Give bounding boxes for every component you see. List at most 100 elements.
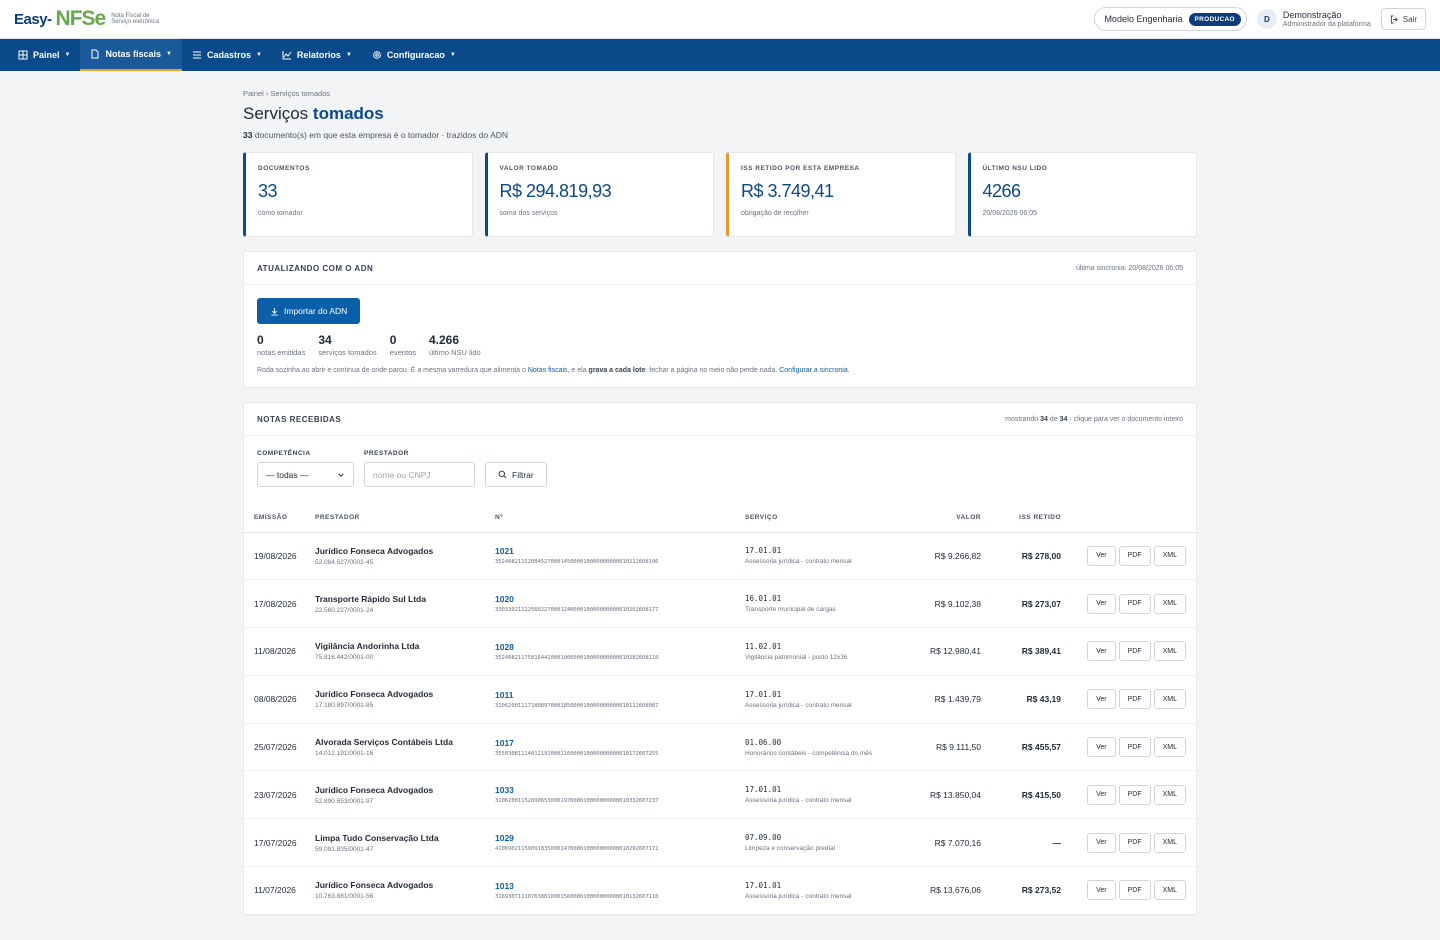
configure-sync-link[interactable]: Configurar a sincronia. [779, 367, 849, 374]
valor: R$ 13.850,04 [905, 770, 981, 820]
organization-selector[interactable]: Modelo Engenharia PRODUCAO [1094, 7, 1247, 31]
nota-number-link[interactable]: 1033 [495, 785, 745, 795]
table-row[interactable]: 08/08/2026 Jurídico Fonseca Advogados 17… [244, 675, 1196, 724]
xml-button[interactable]: XML [1153, 545, 1186, 566]
nav-item-cadastros[interactable]: Cadastros ▼ [182, 39, 272, 71]
servico-cell: 17.01.01 Assessoria jurídica - contrato … [745, 532, 905, 581]
xml-button[interactable]: XML [1153, 593, 1186, 614]
prestador-cnpj: 17.180.897/0001-85 [315, 702, 374, 710]
chart-icon [282, 51, 292, 60]
count-item: 0 eventos [390, 333, 416, 357]
view-button[interactable]: Ver [1087, 641, 1116, 662]
iss-retido: R$ 273,52 [981, 866, 1061, 915]
meta-shown: 34 [1040, 415, 1048, 423]
count-value: 0 [389, 333, 397, 347]
logout-icon [1390, 14, 1398, 24]
col-iss-retido[interactable]: ISS RETIDO [981, 504, 1061, 533]
xml-button[interactable]: XML [1153, 880, 1186, 901]
gear-icon [373, 51, 381, 59]
import-label: Importar do ADN [284, 306, 348, 316]
user-menu[interactable]: D Demonstração Administrador da platafor… [1256, 9, 1371, 29]
iss-retido: — [981, 818, 1061, 868]
nav-item-notas-fiscais[interactable]: Notas fiscais ▼ [80, 39, 182, 71]
prestador-cell: Limpa Tudo Conservação Ltda 59.091.835/0… [315, 818, 495, 868]
view-button[interactable]: Ver [1087, 832, 1116, 853]
adn-sync-card: ATUALIZANDO COM O ADN última sincronia: … [243, 251, 1197, 388]
row-actions: Ver PDF XML [1061, 770, 1196, 820]
prestador-cnpj: 59.091.835/0001-47 [315, 845, 374, 853]
nav-label: Painel [33, 50, 60, 60]
table-row[interactable]: 11/07/2026 Jurídico Fonseca Advogados 10… [244, 866, 1196, 915]
nota-number-link[interactable]: 1017 [495, 738, 745, 748]
pdf-button[interactable]: PDF [1118, 593, 1151, 614]
view-button[interactable]: Ver [1087, 689, 1116, 710]
view-button[interactable]: Ver [1087, 784, 1116, 805]
xml-button[interactable]: XML [1153, 641, 1186, 662]
nav-item-configuracao[interactable]: Configuracao ▼ [362, 39, 466, 71]
emissao-date: 17/08/2026 [244, 579, 315, 629]
table-row[interactable]: 19/08/2026 Jurídico Fonseca Advogados 52… [244, 532, 1196, 581]
xml-button[interactable]: XML [1153, 737, 1186, 758]
access-key: 3550308111401219100011600001000000000001… [495, 750, 659, 757]
col-prestador[interactable]: PRESTADOR [315, 504, 495, 533]
xml-button[interactable]: XML [1153, 784, 1186, 805]
table-row[interactable]: 17/08/2026 Transporte Rápido Sul Ltda 22… [244, 579, 1196, 629]
pdf-button[interactable]: PDF [1118, 832, 1151, 853]
table-row[interactable]: 25/07/2026 Alvorada Serviços Contábeis L… [244, 723, 1196, 772]
pdf-button[interactable]: PDF [1118, 689, 1151, 710]
view-button[interactable]: Ver [1087, 737, 1116, 758]
col-valor[interactable]: VALOR [905, 504, 981, 533]
valor: R$ 9.102,38 [905, 579, 981, 629]
table-row[interactable]: 17/07/2026 Limpa Tudo Conservação Ltda 5… [244, 818, 1196, 868]
stat-value: 33 [258, 181, 278, 201]
stat-value: R$ 294.819,93 [499, 181, 612, 201]
logout-label: Sair [1402, 14, 1417, 24]
nota-number-link[interactable]: 1029 [495, 833, 745, 843]
nota-number-link[interactable]: 1020 [495, 594, 745, 604]
logo-prefix: Easy- [14, 10, 52, 28]
nav-item-relatorios[interactable]: Relatorios ▼ [272, 39, 362, 71]
notas-fiscais-link[interactable]: Notas fiscais [528, 367, 568, 374]
table-row[interactable]: 11/08/2026 Vigilância Andorinha Ltda 75.… [244, 627, 1196, 676]
xml-button[interactable]: XML [1153, 832, 1186, 853]
logout-button[interactable]: Sair [1380, 8, 1426, 30]
list-icon [192, 51, 201, 59]
nav-label: Cadastros [206, 50, 251, 60]
row-actions: Ver PDF XML [1061, 579, 1196, 629]
nota-number-link[interactable]: 1011 [495, 690, 745, 700]
nav-item-painel[interactable]: Painel ▼ [8, 39, 80, 71]
prestador-cnpj: 52.890.653/0001-97 [315, 797, 374, 805]
col-servico[interactable]: SERVIÇO [745, 504, 905, 533]
view-button[interactable]: Ver [1087, 593, 1116, 614]
servico-code: 11.02.01 [745, 641, 782, 651]
xml-button[interactable]: XML [1153, 689, 1186, 710]
pdf-button[interactable]: PDF [1118, 641, 1151, 662]
import-adn-button[interactable]: Importar do ADN [257, 298, 361, 324]
nota-number-link[interactable]: 1013 [495, 881, 745, 891]
competencia-select[interactable]: — todas — [257, 462, 354, 487]
nota-number-link[interactable]: 1028 [495, 642, 745, 652]
pdf-button[interactable]: PDF [1118, 880, 1151, 901]
emissao-date: 19/08/2026 [244, 532, 315, 581]
filter-button[interactable]: Filtrar [485, 462, 547, 487]
servico-desc: Limpeza e conservação predial [745, 845, 835, 853]
pdf-button[interactable]: PDF [1118, 545, 1151, 566]
col-numero[interactable]: Nº [495, 504, 745, 533]
view-button[interactable]: Ver [1087, 545, 1116, 566]
breadcrumb[interactable]: Painel › Serviços tomados [243, 89, 1197, 98]
view-button[interactable]: Ver [1087, 880, 1116, 901]
valor: R$ 12.980,41 [905, 627, 981, 676]
row-actions: Ver PDF XML [1061, 532, 1196, 581]
prestador-input[interactable]: nome ou CNPJ [364, 462, 475, 487]
table-row[interactable]: 23/07/2026 Jurídico Fonseca Advogados 52… [244, 770, 1196, 820]
servico-code: 17.01.01 [745, 546, 782, 556]
pdf-button[interactable]: PDF [1118, 784, 1151, 805]
col-emissao[interactable]: EMISSÃO [244, 504, 315, 533]
avatar: D [1256, 9, 1277, 29]
caret-down-icon: ▼ [449, 52, 456, 58]
app-logo[interactable]: Easy- NFSe Nota Fiscal de Serviço eletrô… [14, 7, 171, 31]
prestador-name: Alvorada Serviços Contábeis Ltda [315, 737, 453, 748]
pdf-button[interactable]: PDF [1118, 737, 1151, 758]
nota-number-link[interactable]: 1021 [495, 546, 745, 556]
servico-code: 16.01.01 [745, 594, 782, 604]
